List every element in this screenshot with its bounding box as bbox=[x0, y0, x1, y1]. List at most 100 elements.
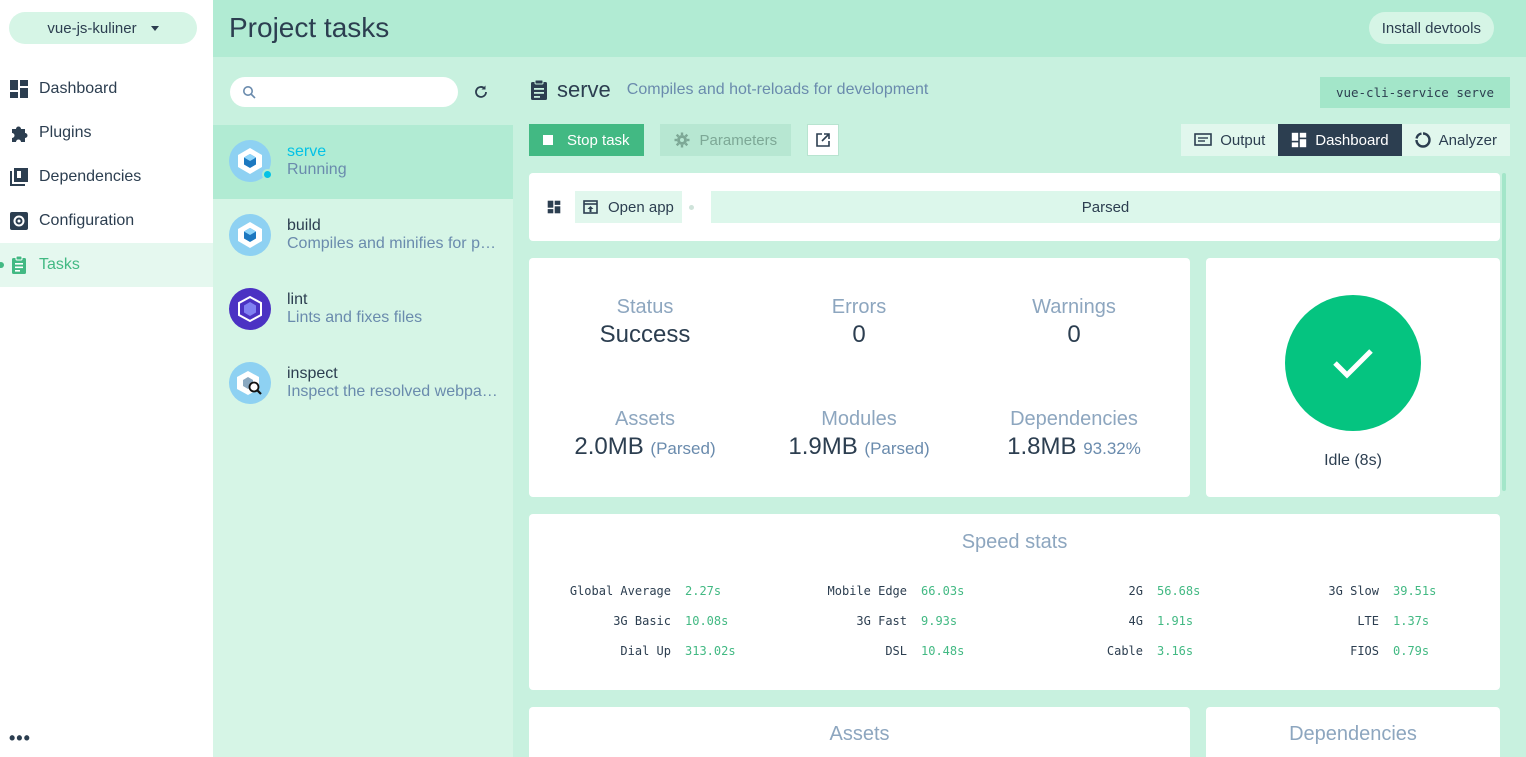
stat-modules: Modules 1.9MB (Parsed) bbox=[759, 408, 959, 461]
nav-label: Plugins bbox=[39, 124, 92, 141]
check-icon bbox=[1333, 349, 1373, 379]
stop-task-button[interactable]: Stop task bbox=[529, 124, 644, 156]
stat-errors: Errors 0 bbox=[759, 296, 959, 349]
nav-label: Dependencies bbox=[39, 168, 142, 185]
webpack-icon bbox=[229, 214, 271, 256]
parameters-label: Parameters bbox=[699, 131, 778, 149]
active-indicator bbox=[0, 262, 4, 268]
refresh-button[interactable] bbox=[471, 82, 491, 102]
dashboard-view-button[interactable]: Dashboard bbox=[1278, 124, 1402, 156]
speed-stat-label: Global Average bbox=[569, 584, 671, 598]
nav-item-dependencies[interactable]: Dependencies bbox=[0, 155, 213, 199]
stat-label: Assets bbox=[614, 408, 676, 430]
speed-stat-label: Cable bbox=[1106, 644, 1143, 658]
status-card: Idle (8s) bbox=[1206, 258, 1500, 497]
stat-assets: Assets 2.0MB (Parsed) bbox=[545, 408, 745, 461]
stat-label: Errors bbox=[831, 296, 887, 318]
library-icon bbox=[9, 167, 29, 187]
stat-value: Success bbox=[599, 321, 691, 348]
nav-item-dashboard[interactable]: Dashboard bbox=[0, 67, 213, 111]
task-description: Lints and fixes files bbox=[287, 309, 423, 326]
task-subtitle: Compiles and hot-reloads for development bbox=[626, 81, 929, 98]
speed-stat-label: 4G bbox=[1128, 614, 1143, 628]
speed-stat: DSL 10.48s bbox=[787, 644, 964, 658]
speed-stat-value: 10.48s bbox=[921, 644, 965, 658]
nav-list: Dashboard Plugins Dependencies Configura… bbox=[0, 67, 213, 287]
task-item-serve[interactable]: serve Running bbox=[213, 125, 513, 199]
open-external-button[interactable] bbox=[807, 124, 840, 156]
dashboard-toolbar: Open app Parsed bbox=[529, 173, 1500, 241]
open-in-browser-icon bbox=[583, 200, 598, 214]
speed-stat-value: 1.91s bbox=[1157, 614, 1194, 628]
view-switcher: Output Dashboard Analyzer bbox=[1181, 124, 1510, 156]
analyzer-view-button[interactable]: Analyzer bbox=[1401, 124, 1510, 156]
task-item-build[interactable]: build Compiles and minifies for producti… bbox=[213, 199, 513, 273]
search-icon bbox=[243, 86, 256, 99]
nav-item-tasks[interactable]: Tasks bbox=[0, 243, 213, 287]
terminal-icon bbox=[1194, 133, 1213, 147]
idle-status: Idle (8s) bbox=[1324, 452, 1382, 469]
speed-stat-value: 56.68s bbox=[1157, 584, 1201, 598]
output-label: Output bbox=[1220, 131, 1266, 149]
stat-label: Warnings bbox=[1032, 296, 1116, 318]
scrollbar[interactable] bbox=[1502, 173, 1506, 491]
task-description: Compiles and minifies for production bbox=[287, 235, 499, 252]
task-detail: serve Compiles and hot-reloads for devel… bbox=[513, 57, 1526, 757]
project-selector[interactable]: vue-js-kuliner bbox=[9, 12, 197, 44]
deps-size: 1.8MB bbox=[1007, 433, 1077, 460]
assets-title: Assets bbox=[829, 723, 890, 745]
nav-item-plugins[interactable]: Plugins bbox=[0, 111, 213, 155]
modules-size: 1.9MB bbox=[788, 433, 858, 460]
speed-stat: 3G Basic 10.08s bbox=[551, 614, 728, 628]
task-item-lint[interactable]: lint Lints and fixes files bbox=[213, 273, 513, 347]
assets-card: Assets bbox=[529, 707, 1190, 757]
more-menu-button[interactable]: ••• bbox=[9, 728, 31, 749]
assets-note: (Parsed) bbox=[650, 439, 716, 458]
command-badge: vue-cli-service serve bbox=[1319, 77, 1510, 108]
speed-stat-label: 3G Fast bbox=[856, 614, 907, 628]
open-app-label: Open app bbox=[608, 198, 674, 216]
task-toolbar: Stop task Parameters bbox=[529, 124, 840, 156]
settings-icon bbox=[9, 211, 29, 231]
speed-stat: 4G 1.91s bbox=[1023, 614, 1194, 628]
inspect-icon bbox=[229, 362, 271, 404]
speed-stat: 2G 56.68s bbox=[1023, 584, 1201, 598]
install-devtools-button[interactable]: Install devtools bbox=[1368, 12, 1494, 44]
left-nav: vue-js-kuliner Dashboard Plugins Depende… bbox=[0, 0, 213, 757]
donut-chart-icon bbox=[1414, 132, 1431, 148]
parameters-button[interactable]: Parameters bbox=[659, 124, 792, 156]
stat-dependencies: Dependencies 1.8MB 93.32% bbox=[974, 408, 1174, 461]
task-name: serve bbox=[287, 143, 327, 160]
task-description: Running bbox=[287, 161, 347, 178]
running-indicator bbox=[262, 169, 273, 180]
size-mode-parsed[interactable]: Parsed bbox=[711, 191, 1500, 223]
speed-stat: Mobile Edge 66.03s bbox=[787, 584, 965, 598]
stat-value: 1.8MB 93.32% bbox=[974, 433, 1174, 461]
nav-label: Configuration bbox=[39, 212, 135, 229]
stat-value: 1.9MB (Parsed) bbox=[759, 433, 959, 461]
search-field[interactable] bbox=[230, 77, 458, 107]
webpack-icon bbox=[229, 140, 273, 182]
stat-value: 2.0MB (Parsed) bbox=[545, 433, 745, 461]
speed-stats-card: Speed stats Global Average 2.27s Mobile Ed… bbox=[529, 514, 1500, 690]
search-input[interactable] bbox=[264, 84, 444, 100]
speed-stat-label: DSL bbox=[885, 644, 907, 658]
stat-status: Status Success bbox=[545, 296, 745, 349]
task-description: Inspect the resolved webpack config bbox=[287, 383, 499, 400]
speed-stat-label: Dial Up bbox=[620, 644, 671, 658]
output-view-button[interactable]: Output bbox=[1181, 124, 1279, 156]
modules-note: (Parsed) bbox=[864, 439, 930, 458]
nav-item-configuration[interactable]: Configuration bbox=[0, 199, 213, 243]
stat-value: 0 bbox=[1067, 321, 1081, 348]
puzzle-icon bbox=[9, 123, 29, 143]
stat-label: Status bbox=[616, 296, 674, 318]
page-title: Project tasks bbox=[229, 12, 390, 43]
open-app-button[interactable]: Open app bbox=[575, 191, 682, 223]
dependencies-title: Dependencies bbox=[1289, 723, 1417, 745]
nav-label: Tasks bbox=[39, 256, 80, 273]
task-item-inspect[interactable]: inspect Inspect the resolved webpack con… bbox=[213, 347, 513, 421]
speed-stat-value: 39.51s bbox=[1393, 584, 1437, 598]
speed-stat-label: 3G Basic bbox=[613, 614, 671, 628]
clipboard-icon bbox=[531, 79, 547, 100]
task-name: inspect bbox=[287, 365, 338, 382]
